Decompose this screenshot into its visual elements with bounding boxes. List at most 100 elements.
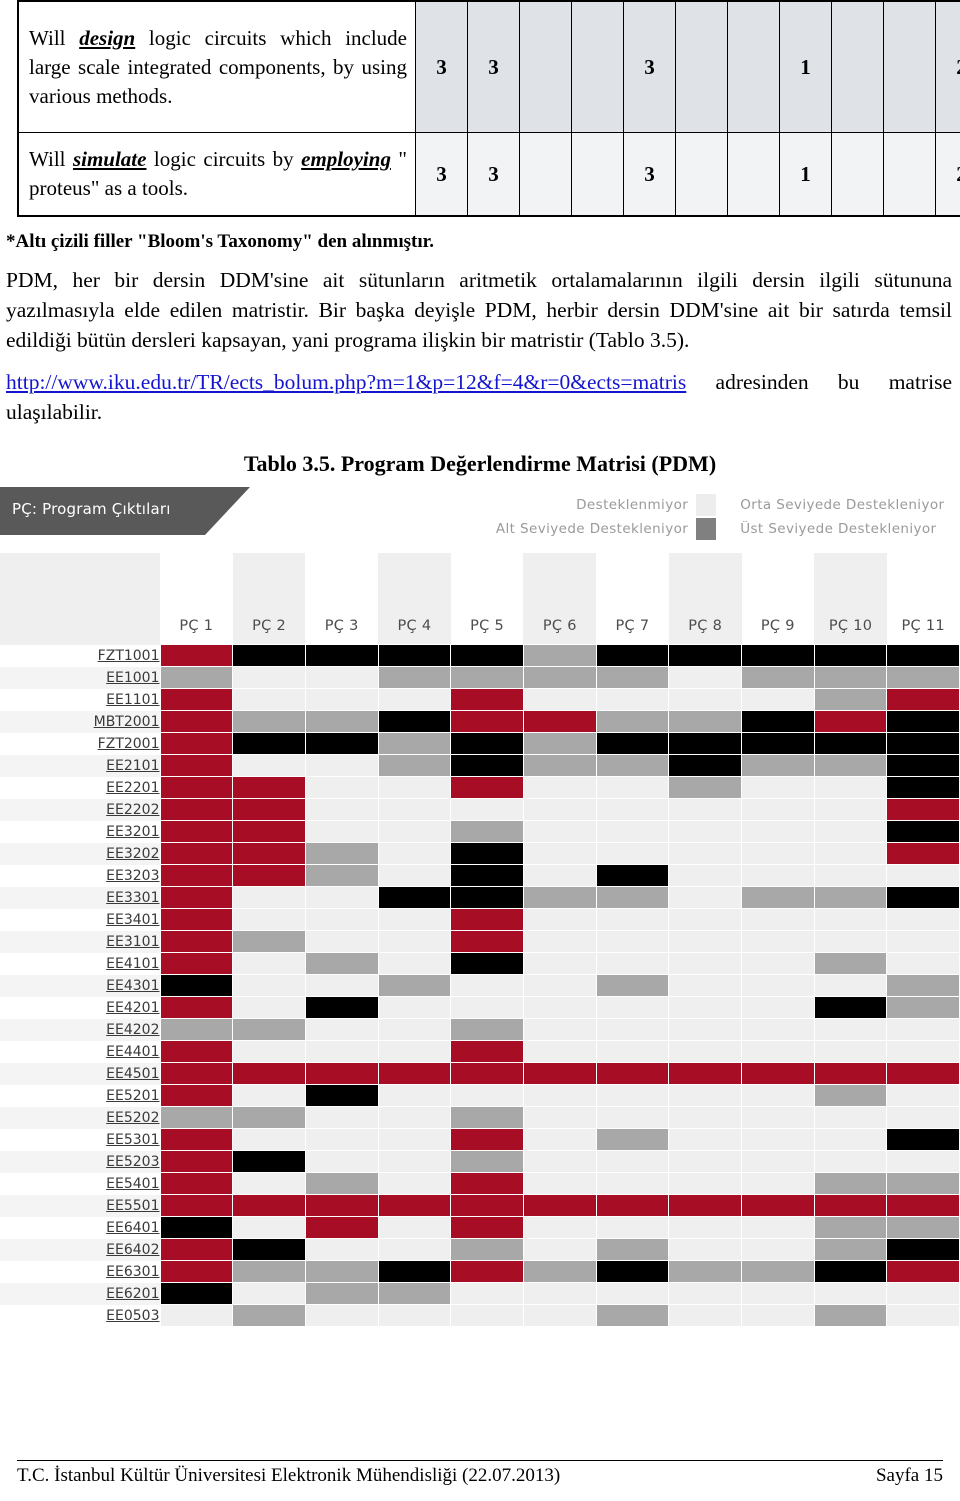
matrix-cell: [741, 1062, 815, 1085]
matrix-cell: [522, 666, 597, 689]
matrix-cell: [304, 1304, 379, 1327]
matrix-cell: [450, 1194, 524, 1217]
matrix-column-header[interactable]: PÇ 2: [232, 553, 306, 645]
matrix-row-label[interactable]: EE4401: [0, 1040, 160, 1063]
matrix-row-label[interactable]: EE3101: [0, 930, 160, 953]
matrix-cell: [741, 1150, 815, 1173]
matrix-row-label[interactable]: EE6201: [0, 1282, 160, 1305]
matrix-row: EE6201: [0, 1282, 960, 1305]
outcome-score-cell: 3: [415, 132, 468, 217]
matrix-cell: [886, 952, 960, 975]
matrix-row-label[interactable]: FZT1001: [0, 644, 160, 667]
matrix-row-label[interactable]: EE3201: [0, 820, 160, 843]
matrix-row-label[interactable]: EE6301: [0, 1260, 160, 1283]
matrix-cell: [813, 1238, 888, 1261]
matrix-row-label[interactable]: EE0503: [0, 1304, 160, 1327]
matrix-cell: [522, 1260, 597, 1283]
matrix-row-label[interactable]: EE6402: [0, 1238, 160, 1261]
matrix-row-label[interactable]: EE3203: [0, 864, 160, 887]
matrix-row-label[interactable]: EE1101: [0, 688, 160, 711]
matrix-cell: [304, 754, 379, 777]
matrix-row-label[interactable]: EE4201: [0, 996, 160, 1019]
matrix-row-label[interactable]: EE1001: [0, 666, 160, 689]
matrix-cell: [232, 1150, 306, 1173]
matrix-grid: PÇ 1 PÇ 2 PÇ 3 PÇ 4 PÇ 5 PÇ 6 PÇ 7 PÇ 8 PÇ 9 PÇ 1…: [0, 553, 960, 1327]
matrix-cell: [377, 952, 452, 975]
matrix-cell: [304, 1150, 379, 1173]
matrix-cell: [886, 1238, 960, 1261]
outcome-score-cell: [727, 0, 780, 133]
matrix-cell: [668, 996, 742, 1019]
matrix-cell: [741, 1304, 815, 1327]
matrix-cell: [159, 644, 234, 667]
matrix-cell: [450, 1238, 524, 1261]
matrix-cell: [741, 820, 815, 843]
outcome-score-cell: 3: [467, 0, 520, 133]
matrix-column-header[interactable]: PÇ 3: [305, 553, 379, 645]
matrix-row-label[interactable]: EE5301: [0, 1128, 160, 1151]
matrix-column-header[interactable]: PÇ 11: [886, 553, 960, 645]
matrix-row: EE2202: [0, 798, 960, 821]
outcome-score-cell: [883, 132, 936, 217]
matrix-column-header[interactable]: PÇ 6: [523, 553, 597, 645]
banner-label: PÇ: Program Çıktıları: [12, 500, 171, 518]
matrix-row-label[interactable]: EE3401: [0, 908, 160, 931]
matrix-row-label[interactable]: EE3202: [0, 842, 160, 865]
matrix-row-label[interactable]: EE4301: [0, 974, 160, 997]
matrix-cell: [377, 644, 452, 667]
matrix-cell: [668, 1128, 742, 1151]
matrix-row-label[interactable]: EE4202: [0, 1018, 160, 1041]
matrix-column-header[interactable]: PÇ 7: [596, 553, 669, 645]
matrix-column-header[interactable]: PÇ 10: [814, 553, 887, 645]
legend-swatch-none: [696, 494, 717, 516]
matrix-row-label[interactable]: EE6401: [0, 1216, 160, 1239]
matrix-cell: [450, 1128, 524, 1151]
matrix-row-label[interactable]: EE2101: [0, 754, 160, 777]
matrix-cell: [886, 1216, 960, 1239]
matrix-column-header[interactable]: PÇ 8: [668, 553, 742, 645]
matrix-cell: [522, 1150, 597, 1173]
matrix-cell: [159, 886, 234, 909]
matrix-column-header[interactable]: PÇ 4: [378, 553, 451, 645]
matrix-cell: [668, 886, 742, 909]
matrix-cell: [377, 1304, 452, 1327]
outcome-score-cell: [727, 132, 780, 217]
matrix-row-label[interactable]: EE4501: [0, 1062, 160, 1085]
matrix-cell: [304, 974, 379, 997]
matrix-cell: [813, 974, 888, 997]
matrix-row-label[interactable]: FZT2001: [0, 732, 160, 755]
matrix-cell: [668, 1282, 742, 1305]
matrix-cell: [377, 1282, 452, 1305]
matrix-row-label[interactable]: EE5202: [0, 1106, 160, 1129]
matrix-cell: [304, 644, 379, 667]
ects-matrix-link[interactable]: http://www.iku.edu.tr/TR/ects_bolum.php?…: [6, 370, 686, 394]
matrix-cell: [450, 1282, 524, 1305]
matrix-row: EE1001: [0, 666, 960, 689]
matrix-row-label[interactable]: EE5501: [0, 1194, 160, 1217]
matrix-row-label[interactable]: EE2202: [0, 798, 160, 821]
matrix-cell: [595, 1084, 670, 1107]
matrix-cell: [886, 1062, 960, 1085]
matrix-row-label[interactable]: EE4101: [0, 952, 160, 975]
matrix-cell: [595, 1106, 670, 1129]
matrix-cell: [304, 864, 379, 887]
matrix-cell: [741, 1106, 815, 1129]
matrix-cell: [668, 1194, 742, 1217]
matrix-cell: [741, 996, 815, 1019]
matrix-row: EE6402: [0, 1238, 960, 1261]
matrix-column-header[interactable]: PÇ 9: [741, 553, 815, 645]
matrix-row-label[interactable]: MBT2001: [0, 710, 160, 733]
matrix-row: FZT1001: [0, 644, 960, 667]
outcome-score-cell: 3: [623, 132, 676, 217]
matrix-column-header[interactable]: PÇ 5: [450, 553, 524, 645]
matrix-column-header[interactable]: PÇ 1: [160, 553, 233, 645]
matrix-row-label[interactable]: EE5401: [0, 1172, 160, 1195]
matrix-cell: [159, 1106, 234, 1129]
matrix-row-label[interactable]: EE5201: [0, 1084, 160, 1107]
matrix-row-label[interactable]: EE2201: [0, 776, 160, 799]
matrix-cell: [304, 1040, 379, 1063]
matrix-cell: [595, 1238, 670, 1261]
matrix-row-label[interactable]: EE5203: [0, 1150, 160, 1173]
matrix-row-label[interactable]: EE3301: [0, 886, 160, 909]
matrix-cell: [522, 1282, 597, 1305]
